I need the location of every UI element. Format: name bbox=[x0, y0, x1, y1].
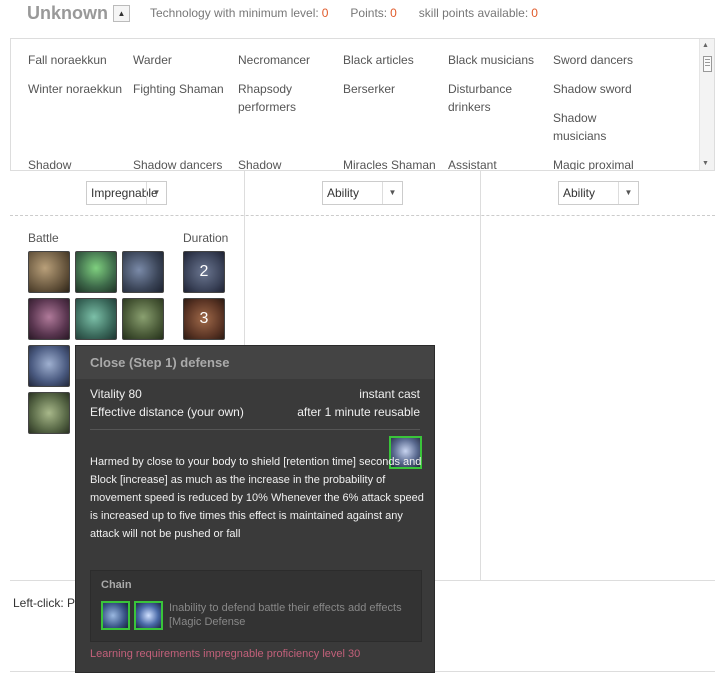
spirit-skill-icon[interactable] bbox=[75, 298, 117, 340]
class-item[interactable]: Magic proximal bbox=[553, 156, 653, 170]
points-value: 0 bbox=[390, 6, 397, 20]
class-item[interactable]: Shadow musicians bbox=[553, 109, 623, 145]
skill-tree-select[interactable]: Impregnable ▼ bbox=[86, 181, 167, 205]
class-item[interactable]: Fall noraekkun bbox=[28, 51, 128, 69]
class-item[interactable]: Fighting Shaman bbox=[133, 80, 233, 98]
class-list: Fall noraekkun Warder Necromancer Black … bbox=[10, 38, 715, 171]
header: Unknown ▲ Technology with minimum level:… bbox=[27, 2, 560, 24]
dashed-divider bbox=[10, 215, 715, 216]
scroll-thumb[interactable] bbox=[703, 56, 712, 72]
skill-points-stat: skill points available: 0 bbox=[418, 6, 538, 20]
class-item[interactable]: Disturbance drinkers bbox=[448, 80, 528, 116]
chevron-down-icon: ▼ bbox=[618, 182, 638, 204]
shield-skill-icon[interactable] bbox=[28, 251, 70, 293]
battle-label: Battle bbox=[28, 231, 59, 245]
arrow-up-skill-icon[interactable] bbox=[75, 251, 117, 293]
defense-skill-icon[interactable] bbox=[28, 345, 70, 387]
class-item[interactable]: Warder bbox=[133, 51, 233, 69]
min-level-stat: Technology with minimum level: 0 bbox=[150, 6, 329, 20]
cooldown: after 1 minute reusable bbox=[297, 405, 420, 419]
class-item[interactable]: Miracles Shaman bbox=[343, 156, 447, 170]
cast-time: instant cast bbox=[359, 387, 420, 401]
class-item[interactable]: Necromancer bbox=[238, 51, 338, 69]
scroll-down-icon[interactable]: ▼ bbox=[702, 160, 709, 167]
class-item[interactable]: Shadow sword bbox=[553, 80, 653, 98]
chain-shield-icon bbox=[134, 601, 163, 630]
class-item[interactable]: Sword dancers bbox=[553, 51, 653, 69]
tooltip-title: Close (Step 1) defense bbox=[90, 355, 230, 370]
chain-description: Inability to defend battle their effects… bbox=[169, 602, 402, 628]
tooltip-stats-row: Vitality 80 instant cast bbox=[90, 387, 420, 401]
chain-title: Chain bbox=[101, 579, 132, 591]
class-item[interactable]: Assistant bbox=[448, 156, 548, 170]
chain-strike-icon bbox=[101, 601, 130, 630]
tooltip-description: Harmed by close to your body to shield [… bbox=[90, 456, 424, 540]
column-divider bbox=[480, 171, 481, 580]
learning-requirement: Learning requirements impregnable profic… bbox=[90, 648, 361, 660]
ability-select[interactable]: Ability ▼ bbox=[558, 181, 639, 205]
aura-skill-icon[interactable] bbox=[28, 298, 70, 340]
cube-skill-icon[interactable] bbox=[28, 392, 70, 434]
scroll-up-icon[interactable]: ▲ bbox=[702, 42, 709, 49]
min-level-value: 0 bbox=[321, 6, 329, 20]
chain-section: Chain Inability to defend battle their e… bbox=[90, 570, 422, 642]
vitality-cost: Vitality 80 bbox=[90, 387, 142, 401]
class-list-scrollbar[interactable]: ▲ ▼ bbox=[699, 39, 714, 170]
footer-hint: Left-click: Poi bbox=[13, 596, 85, 610]
class-item[interactable]: Berserker bbox=[343, 80, 443, 98]
points-stat: Points: 0 bbox=[350, 6, 397, 20]
class-item[interactable]: Rhapsody performers bbox=[238, 80, 318, 116]
class-item[interactable]: Black articles bbox=[343, 51, 443, 69]
class-item[interactable]: Shadow bbox=[28, 156, 128, 170]
class-item[interactable]: Winter noraekkun bbox=[28, 80, 132, 98]
duration-label: Duration bbox=[183, 231, 229, 245]
page-title: Unknown bbox=[27, 2, 108, 23]
ability-select[interactable]: Ability ▼ bbox=[322, 181, 403, 205]
duration-fire-icon[interactable]: 3 bbox=[183, 298, 225, 340]
claw-skill-icon[interactable] bbox=[122, 298, 164, 340]
class-item[interactable]: Shadow dancers bbox=[133, 156, 233, 170]
duration-shield-icon[interactable]: 2 bbox=[183, 251, 225, 293]
tooltip-range-row: Effective distance (your own) after 1 mi… bbox=[90, 405, 420, 419]
strike-skill-icon[interactable] bbox=[122, 251, 164, 293]
skill-tooltip: Close (Step 1) defense Vitality 80 insta… bbox=[75, 345, 435, 673]
class-item[interactable]: Shadow bbox=[238, 156, 338, 170]
class-item[interactable]: Black musicians bbox=[448, 51, 548, 69]
tooltip-separator bbox=[90, 429, 420, 430]
chevron-down-icon: ▼ bbox=[146, 182, 166, 204]
collapse-toggle-button[interactable]: ▲ bbox=[113, 4, 130, 22]
effective-range: Effective distance (your own) bbox=[90, 405, 244, 419]
chevron-down-icon: ▼ bbox=[382, 182, 402, 204]
skill-points-value: 0 bbox=[531, 6, 538, 20]
